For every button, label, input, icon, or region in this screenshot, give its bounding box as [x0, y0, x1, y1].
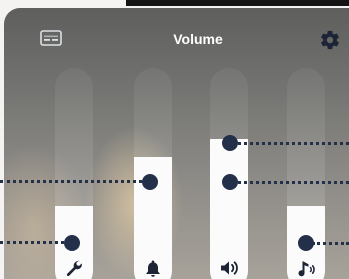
pointer-line: [312, 242, 349, 245]
pointer-line: [233, 181, 349, 184]
slider-knob[interactable]: [142, 174, 158, 190]
slider-notifications[interactable]: [134, 68, 172, 279]
slider-knob[interactable]: [222, 135, 238, 151]
pointer-line: [0, 241, 64, 244]
pointer-line: [0, 180, 142, 183]
music-note-icon: [298, 261, 315, 277]
panel-title: Volume: [173, 31, 223, 47]
gear-icon[interactable]: [319, 29, 341, 51]
bell-icon: [146, 260, 160, 277]
caption-icon[interactable]: [40, 30, 62, 46]
slider-knob[interactable]: [222, 174, 238, 190]
slider-knob[interactable]: [64, 235, 80, 251]
slider-knob[interactable]: [298, 235, 314, 251]
wrench-icon: [66, 260, 82, 276]
pointer-line: [233, 142, 349, 145]
speaker-icon: [221, 261, 238, 275]
background-app-edge: [126, 0, 349, 6]
